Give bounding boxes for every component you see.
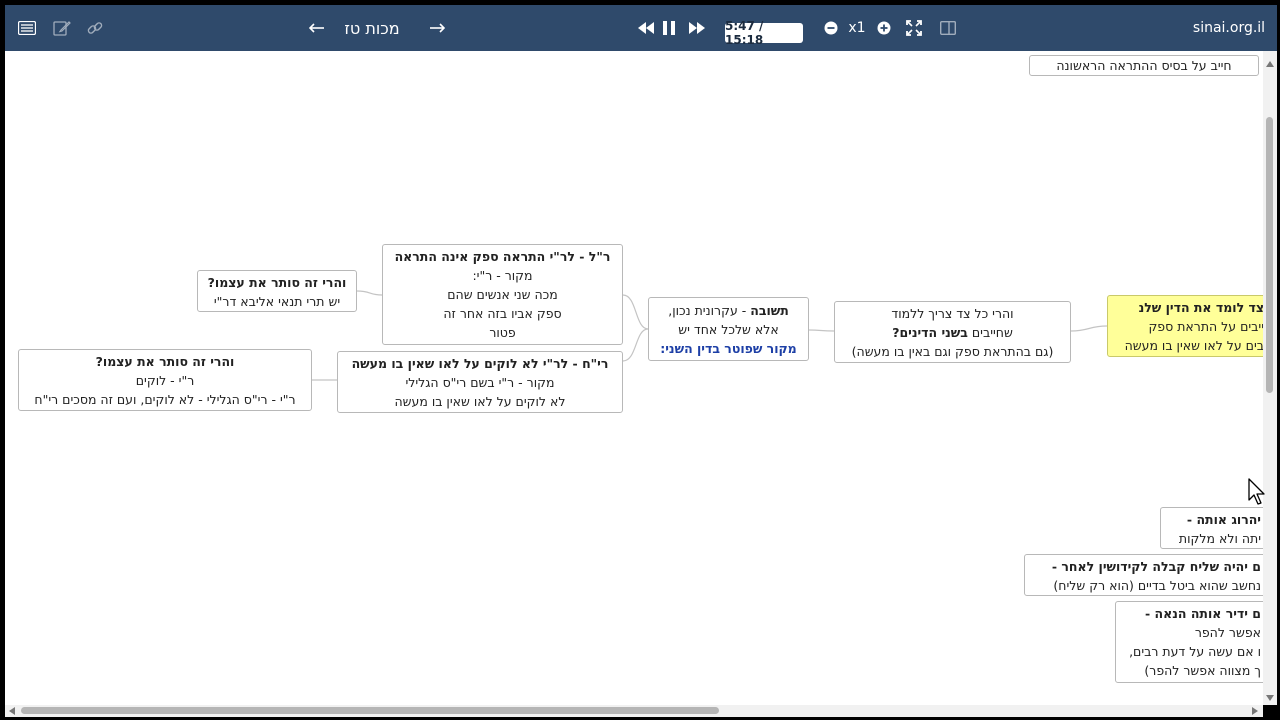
horizontal-scrollbar[interactable] (5, 705, 1263, 717)
link-answer-yochanan (622, 328, 649, 362)
arrow-left-icon[interactable] (305, 5, 329, 51)
zoom-level: x1 (848, 20, 866, 36)
scroll-down-icon[interactable] (1266, 695, 1274, 701)
list-icon[interactable] (15, 5, 39, 51)
arrow-right-icon[interactable] (425, 5, 449, 51)
mind-map-node-highlighted[interactable]: צד לומד את הדין שלנ ייבים על התראת ספק ב… (1107, 295, 1263, 357)
rewind-icon[interactable] (634, 5, 658, 51)
mind-map-node-contradiction[interactable]: והרי זה סותר את עצמו? יש תרי תנאי אליבא … (197, 270, 357, 312)
zoom-out-icon[interactable] (819, 5, 843, 51)
playback-time: 5:47 / 15:18 (725, 19, 803, 47)
mind-map-node-vow[interactable]: ם ידיר אותה הנאה - אפשר להפר ו אם עשה על… (1115, 601, 1263, 683)
link-highlight-both (1070, 325, 1108, 332)
mind-map-node-agent[interactable]: ם יהיה שליח קבלה לקידושין לאחר - נחשב שה… (1024, 554, 1263, 596)
mind-map-node-both-laws[interactable]: והרי כל צד צריך ללמוד שחייבים בשני הדיני… (834, 301, 1071, 363)
horizontal-scroll-thumb[interactable] (21, 707, 719, 714)
zoom-in-icon[interactable] (872, 5, 896, 51)
player-toolbar: מכות טז 5:47 / 15:18 x1 sinai.org.il (5, 5, 1277, 51)
vertical-scrollbar[interactable] (1263, 51, 1277, 705)
link-answer-reshlakish (622, 294, 649, 330)
scroll-up-icon[interactable] (1266, 61, 1274, 67)
mind-map-node-answer[interactable]: תשובה - עקרונית נכון, אלא שלכל אחד יש מק… (648, 297, 809, 361)
scroll-right-icon[interactable] (1252, 707, 1258, 715)
mind-map-node-contradiction-2[interactable]: והרי זה סותר את עצמו? ר"י - לוקים ר"י - … (18, 349, 312, 411)
fullscreen-icon[interactable] (902, 5, 926, 51)
mind-map-canvas[interactable]: חייב על בסיס ההתראה הראשונה והרי זה סותר… (5, 51, 1263, 705)
page-title: מכות טז (344, 18, 400, 38)
link-icon[interactable] (83, 5, 107, 51)
vertical-scroll-thumb[interactable] (1266, 117, 1273, 393)
scroll-left-icon[interactable] (9, 707, 15, 715)
pause-icon[interactable] (657, 5, 681, 51)
split-view-icon[interactable] (936, 5, 960, 51)
mouse-cursor-icon (1248, 478, 1265, 505)
edit-icon[interactable] (50, 5, 74, 51)
mind-map-node-first-warning[interactable]: חייב על בסיס ההתראה הראשונה (1029, 55, 1259, 76)
link-both-answer (808, 329, 835, 332)
mind-map-node-resh-lakish[interactable]: ר"ל - לר"י התראה ספק אינה התראה מקור - ר… (382, 244, 623, 345)
mind-map-node-kill[interactable]: יהרוג אותה - יתה ולא מלקות (1160, 507, 1263, 549)
fast-forward-icon[interactable] (685, 5, 709, 51)
mind-map-node-rabbi-yochanan[interactable]: רי"ח - לר"י לא לוקים על לאו שאין בו מעשה… (337, 351, 623, 413)
site-name[interactable]: sinai.org.il (1191, 5, 1267, 51)
link-reshlakish-contradiction (356, 290, 383, 296)
